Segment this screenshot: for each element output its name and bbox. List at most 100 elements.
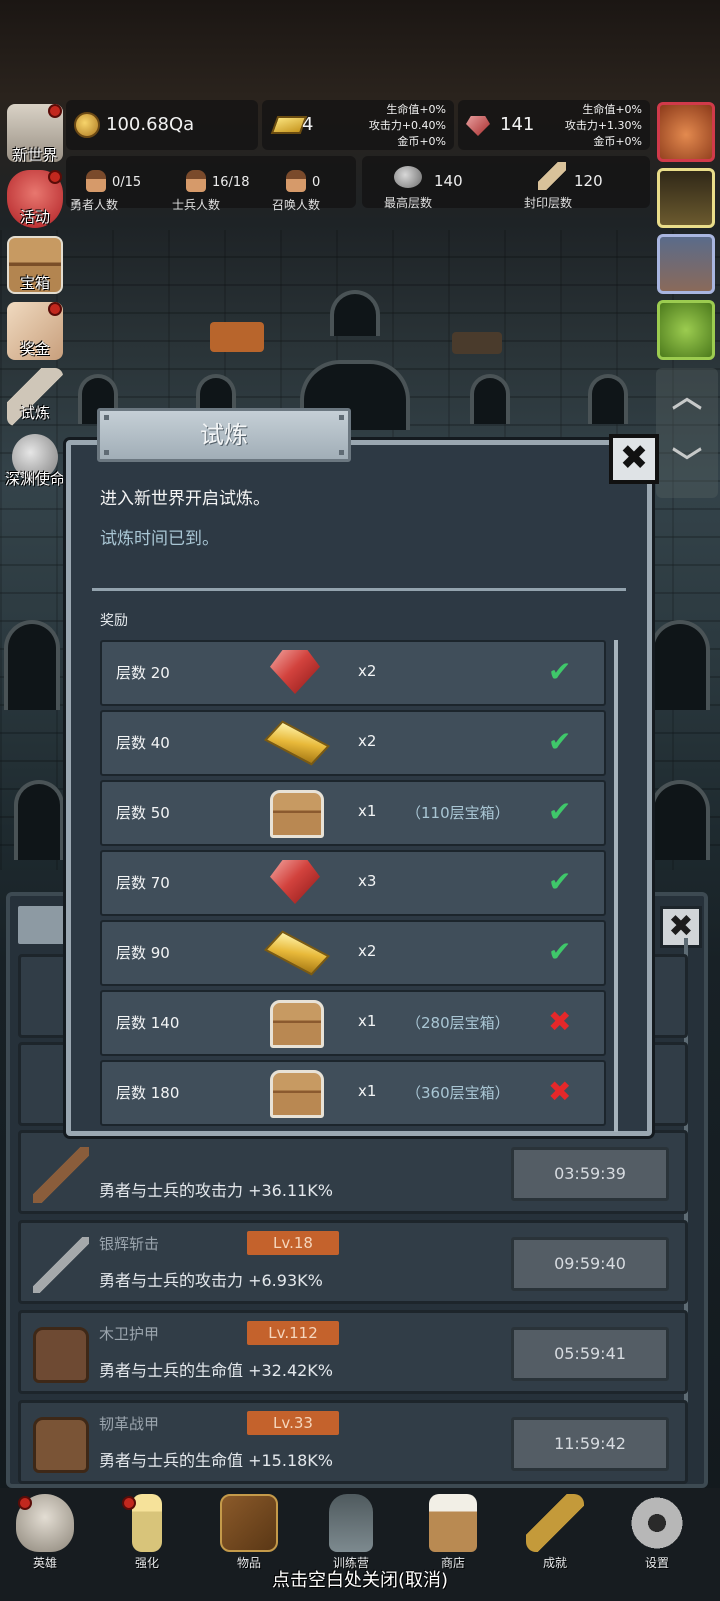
soldier-icon	[186, 170, 206, 192]
level-badge: Lv.33	[247, 1411, 339, 1435]
mug-icon	[429, 1494, 477, 1552]
upgrade-timer-button[interactable]: 11:59:42	[511, 1417, 669, 1471]
modal-title-text: 试炼	[200, 421, 248, 449]
reward-qty: x1	[358, 1012, 377, 1030]
gold-bonus-coin: 金币+0%	[397, 135, 446, 148]
max-floor-value: 140	[434, 172, 463, 190]
gem-bonus-coin: 金币+0%	[593, 135, 642, 148]
slime-event-icon[interactable]	[657, 300, 715, 360]
reward-note: （280层宝箱）	[406, 1014, 510, 1032]
gem-value: 141	[500, 114, 535, 135]
upgrade-desc: 勇者与士兵的生命值 +15.18K%	[99, 1451, 333, 1470]
rewards-scrollbar[interactable]	[614, 640, 618, 1132]
side-item-new-world[interactable]: 新世界	[2, 104, 68, 164]
hero-count-label: 勇者人数	[70, 198, 119, 212]
side-item-label: 宝箱	[19, 274, 50, 292]
chest-icon	[270, 1000, 324, 1048]
side-item-abyss-mission[interactable]: 深渊使命	[2, 434, 68, 494]
candle-event-icon[interactable]	[657, 168, 715, 228]
gem-icon	[466, 116, 490, 136]
door-arch	[4, 620, 60, 710]
gem-bonus-atk: 攻击力+1.30%	[564, 119, 642, 132]
side-item-chest[interactable]: 宝箱	[2, 236, 68, 296]
rivet	[339, 415, 344, 420]
reward-floor: 层数 70	[116, 874, 170, 892]
reward-row: 层数 140 x1 （280层宝箱） ✖	[100, 990, 606, 1056]
notification-dot	[48, 170, 62, 184]
summon-icon	[286, 170, 306, 192]
coin-value: 100.68Qa	[106, 114, 195, 135]
notification-dot	[18, 1496, 32, 1510]
sword-icon	[33, 1237, 89, 1293]
side-item-label: 活动	[19, 208, 50, 226]
nav-settings[interactable]: 设置	[612, 1494, 702, 1571]
gold-bonus: 生命值+0% 攻击力+0.40% 金币+0%	[369, 102, 446, 150]
nav-heroes[interactable]: 英雄	[0, 1494, 90, 1571]
upgrade-timer-button[interactable]: 03:59:39	[511, 1147, 669, 1201]
gem-counter: 141 生命值+0% 攻击力+1.30% 金币+0%	[458, 100, 650, 150]
gold-bar-icon	[263, 930, 331, 976]
notification-dot	[122, 1496, 136, 1510]
upgrade-timer-button[interactable]: 05:59:41	[511, 1327, 669, 1381]
upgrade-name: 韧革战甲	[99, 1415, 160, 1433]
armor-icon	[33, 1327, 89, 1383]
reward-row: 层数 40 x2 ✔	[100, 710, 606, 776]
chandelier-icon	[452, 332, 502, 354]
hero-icon	[86, 170, 106, 192]
notification-dot	[48, 302, 62, 316]
chest-icon	[270, 1070, 324, 1118]
reward-qty: x3	[358, 872, 377, 890]
reward-note: （110层宝箱）	[406, 804, 510, 822]
reward-row: 层数 70 x3 ✔	[100, 850, 606, 916]
max-floor-label: 最高层数	[384, 196, 433, 210]
window-arch	[588, 374, 628, 424]
tap-to-close-hint[interactable]: 点击空白处关闭(取消)	[0, 1566, 720, 1592]
window-arch	[470, 374, 510, 424]
reward-note: （360层宝箱）	[406, 1084, 510, 1102]
window-arch	[330, 290, 380, 336]
summon-count: 0	[312, 175, 321, 190]
gear-icon	[628, 1494, 686, 1552]
leather-armor-icon	[33, 1417, 89, 1473]
sealed-floor-label: 封印层数	[524, 196, 573, 210]
supply-event-icon[interactable]	[657, 234, 715, 294]
onion-event-icon[interactable]	[657, 102, 715, 162]
scroll-icon	[538, 162, 566, 190]
scroll-buttons: ︿ ﹀	[656, 368, 718, 498]
list-item: 韧革战甲 Lv.33 勇者与士兵的生命值 +15.18K% 11:59:42	[18, 1400, 688, 1484]
soldier-count: 16/18	[212, 175, 250, 190]
nav-items[interactable]: 物品	[204, 1494, 294, 1571]
reward-qty: x2	[358, 662, 377, 680]
cross-icon: ✖	[548, 1075, 572, 1108]
coin-counter: 100.68Qa	[66, 100, 258, 150]
door-arch	[14, 780, 64, 860]
side-item-activity[interactable]: 活动	[2, 170, 68, 230]
reward-floor: 层数 20	[116, 664, 170, 682]
chevron-up-icon[interactable]: ︿	[656, 372, 718, 416]
nav-training-camp[interactable]: 训练营	[306, 1494, 396, 1571]
chevron-down-icon[interactable]: ﹀	[656, 438, 718, 482]
side-item-bonus[interactable]: 奖金	[2, 302, 68, 362]
modal-divider	[92, 588, 626, 591]
upgrade-desc: 勇者与士兵的攻击力 +6.93K%	[99, 1271, 323, 1290]
summon-count-label: 召唤人数	[272, 198, 321, 212]
check-icon: ✔	[548, 795, 572, 828]
stone-icon	[394, 166, 422, 188]
reward-row: 层数 20 x2 ✔	[100, 640, 606, 706]
modal-close-button[interactable]: ✖	[609, 434, 659, 484]
gold-bonus-atk: 攻击力+0.40%	[368, 119, 446, 132]
book-icon	[220, 1494, 278, 1552]
nav-achievements[interactable]: 成就	[510, 1494, 600, 1571]
hero-count: 0/15	[112, 175, 142, 190]
side-item-trial[interactable]: 试炼	[2, 368, 68, 428]
side-item-label: 奖金	[19, 340, 50, 358]
upgrade-timer-button[interactable]: 09:59:40	[511, 1237, 669, 1291]
gem-icon	[270, 650, 320, 694]
list-close-button[interactable]: ✖	[660, 906, 702, 948]
gem-bonus-hp: 生命值+0%	[582, 103, 642, 116]
reward-qty: x1	[358, 1082, 377, 1100]
nav-shop[interactable]: 商店	[408, 1494, 498, 1571]
chandelier-icon	[210, 322, 264, 352]
reward-qty: x2	[358, 732, 377, 750]
nav-enhance[interactable]: 强化	[102, 1494, 192, 1571]
